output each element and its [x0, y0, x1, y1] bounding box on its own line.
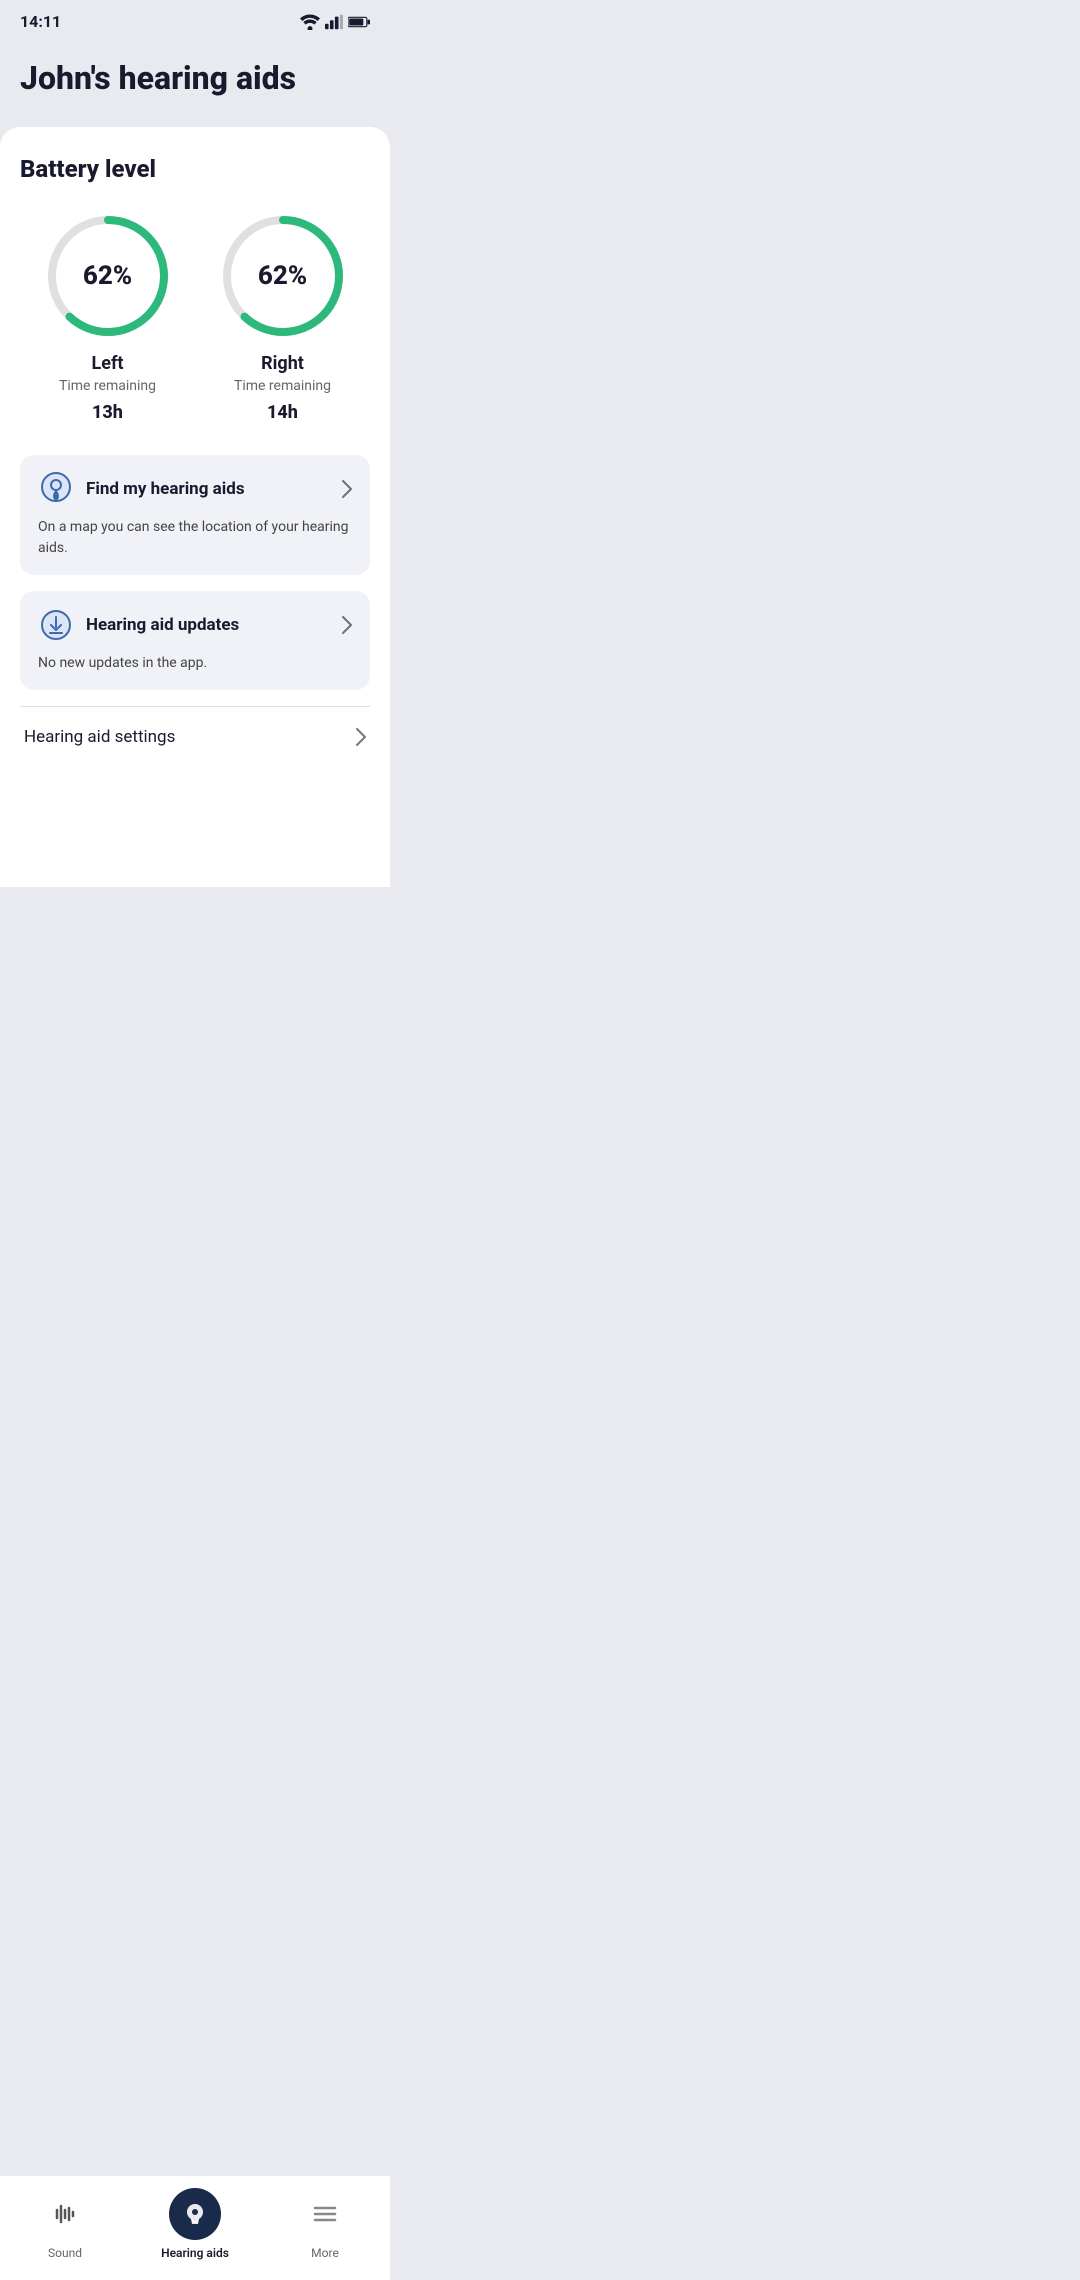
battery-left-time-label: Time remaining: [59, 378, 156, 394]
more-nav-label: More: [311, 2246, 339, 2260]
nav-item-hearing-aids[interactable]: Hearing aids: [155, 2188, 235, 2260]
updates-card-header: Hearing aid updates: [38, 607, 352, 643]
wifi-icon: [300, 14, 320, 30]
page-title: John's hearing aids: [20, 59, 370, 97]
find-hearing-aids-card[interactable]: Find my hearing aids On a map you can se…: [20, 455, 370, 575]
find-card-desc: On a map you can see the location of you…: [38, 517, 352, 559]
hearing-aids-icon: [180, 2199, 210, 2229]
download-icon: [38, 607, 74, 643]
battery-left: 62% Left Time remaining 13h: [43, 211, 173, 423]
bottom-nav: Sound Hearing aids More: [0, 2175, 390, 2280]
battery-section: 62% Left Time remaining 13h 62% Right Ti…: [20, 211, 370, 423]
battery-right: 62% Right Time remaining 14h: [218, 211, 348, 423]
updates-card-left: Hearing aid updates: [38, 607, 239, 643]
nav-item-more[interactable]: More: [285, 2188, 365, 2260]
battery-right-circle: 62%: [218, 211, 348, 341]
updates-card-chevron: [342, 616, 352, 634]
more-nav-icon-wrapper: [299, 2188, 351, 2240]
status-icons: [300, 14, 370, 30]
hearing-aids-nav-icon-wrapper: [169, 2188, 221, 2240]
battery-left-label: Left: [92, 353, 124, 374]
updates-card-title: Hearing aid updates: [86, 615, 239, 635]
hearing-aid-updates-card[interactable]: Hearing aid updates No new updates in th…: [20, 591, 370, 690]
header: John's hearing aids: [0, 39, 390, 127]
find-card-title: Find my hearing aids: [86, 479, 245, 499]
find-card-left: Find my hearing aids: [38, 471, 245, 507]
status-bar: 14:11: [0, 0, 390, 39]
more-icon: [311, 2200, 339, 2228]
battery-right-time-label: Time remaining: [234, 378, 331, 394]
battery-icon: [348, 15, 370, 29]
location-pin-icon: [38, 471, 74, 507]
battery-right-time-value: 14h: [267, 402, 298, 423]
updates-card-desc: No new updates in the app.: [38, 653, 352, 674]
signal-icon: [325, 14, 343, 30]
settings-row-chevron: [356, 728, 366, 746]
find-card-header: Find my hearing aids: [38, 471, 352, 507]
status-time: 14:11: [20, 12, 61, 31]
hearing-aid-settings-row[interactable]: Hearing aid settings: [20, 706, 370, 767]
battery-left-circle: 62%: [43, 211, 173, 341]
settings-row-label: Hearing aid settings: [24, 727, 175, 747]
battery-section-title: Battery level: [20, 155, 370, 183]
battery-left-time-value: 13h: [92, 402, 123, 423]
battery-right-label: Right: [261, 353, 304, 374]
main-content-card: Battery level 62% Left Time remaining 13…: [0, 127, 390, 887]
nav-item-sound[interactable]: Sound: [25, 2188, 105, 2260]
hearing-aids-nav-label: Hearing aids: [161, 2246, 229, 2260]
sound-nav-label: Sound: [48, 2246, 82, 2260]
sound-icon: [51, 2200, 79, 2228]
sound-nav-icon-wrapper: [39, 2188, 91, 2240]
battery-left-percent: 62%: [83, 261, 132, 291]
find-card-chevron: [342, 480, 352, 498]
battery-right-percent: 62%: [258, 261, 307, 291]
